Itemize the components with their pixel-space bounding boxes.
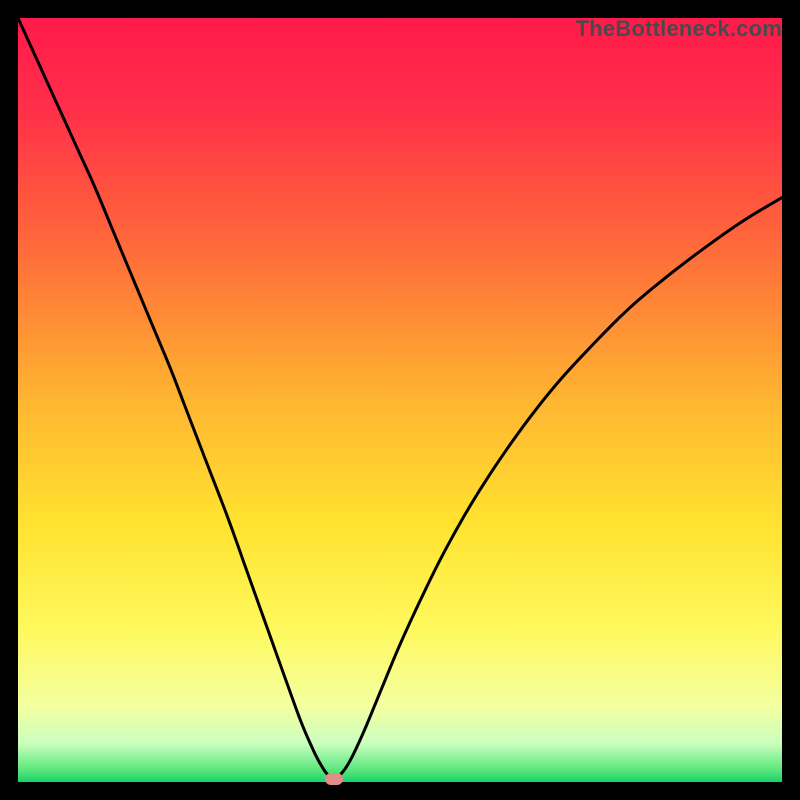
optimal-point-marker — [325, 773, 343, 785]
chart-frame: TheBottleneck.com — [18, 18, 782, 782]
watermark-text: TheBottleneck.com — [576, 16, 782, 42]
plot-area — [18, 18, 782, 782]
bottleneck-curve — [18, 18, 782, 782]
